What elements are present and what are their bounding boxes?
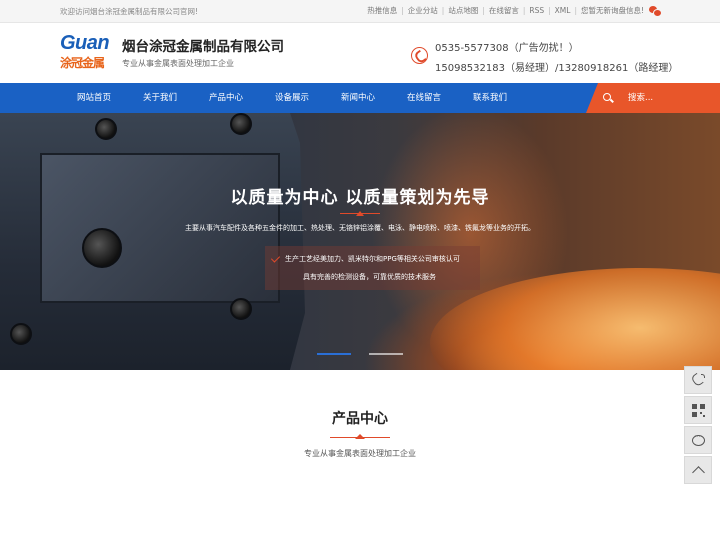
logo-text-en: Guan [60, 32, 110, 54]
side-tool-qrcode[interactable] [684, 396, 712, 424]
nav-home[interactable]: 网站首页 [77, 83, 111, 113]
header: Guan 涂冠金属 烟台涂冠金属制品有限公司 专业从事金属表面处理加工企业 05… [0, 23, 720, 83]
hotline-primary: 0535-5577308（广告勿扰！） [435, 43, 579, 54]
banner-feature-1: 生产工艺经美加力、凯米特尔和PPG等相关公司审核认可 [285, 255, 460, 263]
welcome-text: 欢迎访问烟台涂冠金属制品有限公司官网! [60, 7, 199, 16]
section-subtitle: 专业从事金属表面处理加工企业 [304, 449, 416, 458]
company-slogan: 专业从事金属表面处理加工企业 [122, 59, 234, 68]
search-button[interactable]: 搜索... [586, 83, 720, 113]
nav-about[interactable]: 关于我们 [143, 83, 177, 113]
link-sitemap[interactable]: 站点地图 [448, 5, 478, 16]
search-icon [603, 93, 611, 101]
link-rss[interactable]: RSS [529, 6, 544, 15]
banner-machine [0, 113, 305, 370]
search-label: 搜索... [628, 93, 654, 103]
wechat-icon[interactable] [649, 6, 662, 17]
slide-indicator-1[interactable] [317, 353, 351, 355]
link-online-message[interactable]: 在线留言 [489, 5, 519, 16]
bolt [95, 118, 117, 140]
bolt [10, 323, 32, 345]
banner-description: 主要从事汽车配件及各种五金件的加工、热处理、无铬锌铝涂覆、电泳、静电喷粉、喷漆、… [185, 224, 535, 232]
phone-icon [411, 47, 428, 64]
check-icon [270, 253, 281, 263]
bolt [230, 298, 252, 320]
bolt [230, 113, 252, 135]
main-nav: 网站首页 关于我们 产品中心 设备展示 新闻中心 在线留言 联系我们 搜索... [0, 83, 720, 113]
bolt [82, 228, 122, 268]
section-title: 产品中心 [332, 411, 388, 427]
banner-feature-box: 生产工艺经美加力、凯米特尔和PPG等相关公司审核认可 具有完善的检测设备，可靠优… [265, 246, 480, 290]
top-links: 热推信息 | 企业分站 | 站点地图 | 在线留言 | RSS | XML | 您暂无新询盘… [367, 5, 662, 17]
slide-indicator-2[interactable] [369, 353, 403, 355]
side-tool-back-to-top[interactable] [684, 456, 712, 484]
nav-contact[interactable]: 联系我们 [473, 83, 507, 113]
link-hot-info[interactable]: 热推信息 [367, 5, 397, 16]
section-divider [330, 434, 390, 440]
logo[interactable]: Guan 涂冠金属 [60, 32, 115, 70]
banner-feature-2: 具有完善的检测设备，可靠优质的技术服务 [303, 273, 436, 281]
banner-title-divider [340, 211, 380, 217]
nav-equipment[interactable]: 设备展示 [275, 83, 309, 113]
side-tool-chat[interactable] [684, 426, 712, 454]
company-name: 烟台涂冠金属制品有限公司 [122, 39, 284, 55]
qrcode-icon [692, 404, 705, 417]
top-bar: 欢迎访问烟台涂冠金属制品有限公司官网! 热推信息 | 企业分站 | 站点地图 | 在线… [0, 0, 720, 23]
link-inquiry-status[interactable]: 您暂无新询盘信息! [581, 5, 644, 16]
nav-news[interactable]: 新闻中心 [341, 83, 375, 113]
link-xml[interactable]: XML [555, 6, 571, 15]
hero-banner[interactable]: 以质量为中心 以质量策划为先导 主要从事汽车配件及各种五金件的加工、热处理、无铬… [0, 113, 720, 370]
side-tool-phone[interactable] [684, 366, 712, 394]
chat-icon [692, 432, 705, 446]
nav-message[interactable]: 在线留言 [407, 83, 441, 113]
nav-products[interactable]: 产品中心 [209, 83, 243, 113]
logo-text-cn: 涂冠金属 [60, 56, 105, 70]
banner-title: 以质量为中心 以质量策划为先导 [230, 188, 490, 208]
link-branch-sites[interactable]: 企业分站 [408, 5, 438, 16]
back-to-top-icon [692, 466, 705, 479]
hotline-secondary: 15098532183（易经理）/13280918261（路经理） [435, 63, 679, 74]
